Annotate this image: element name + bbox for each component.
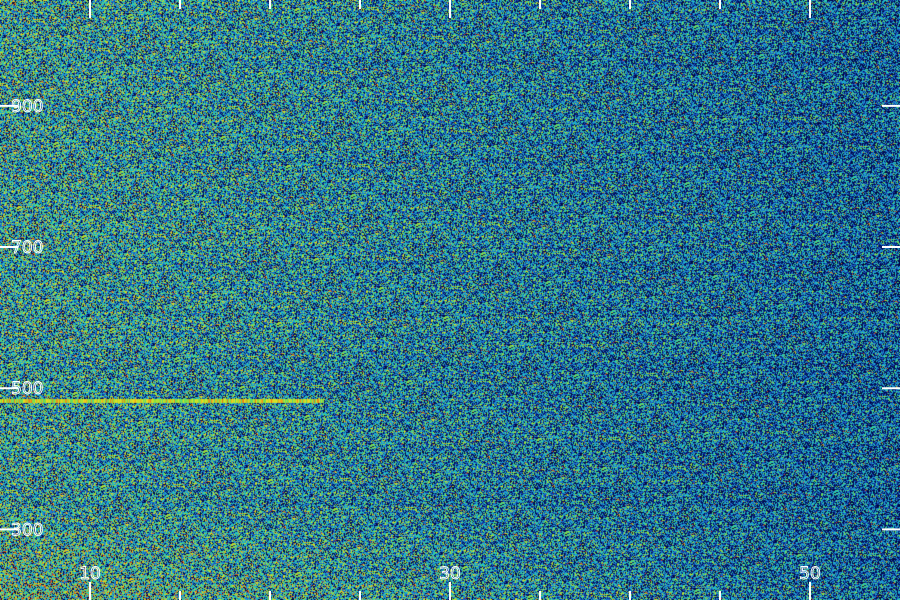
x-ticks-top [89,0,811,18]
axes-overlay: 10 30 50 300 500 700 900 [0,0,900,600]
y-tick-labels: 300 500 700 900 [11,96,44,540]
x-tick-labels: 10 30 50 [79,564,822,585]
x-ticks-bottom [89,582,811,600]
y-tick-label: 300 [11,520,43,540]
y-tick-label: 500 [11,379,43,399]
y-ticks-left [0,104,18,531]
x-tick-label: 50 [799,564,821,584]
y-tick-label: 900 [11,97,43,117]
x-tick-label: 30 [439,564,461,584]
y-ticks-right [882,104,900,531]
spectrogram-plot: 10 30 50 300 500 700 900 [0,0,900,600]
y-tick-label: 700 [11,238,43,258]
x-tick-label: 10 [79,564,101,584]
